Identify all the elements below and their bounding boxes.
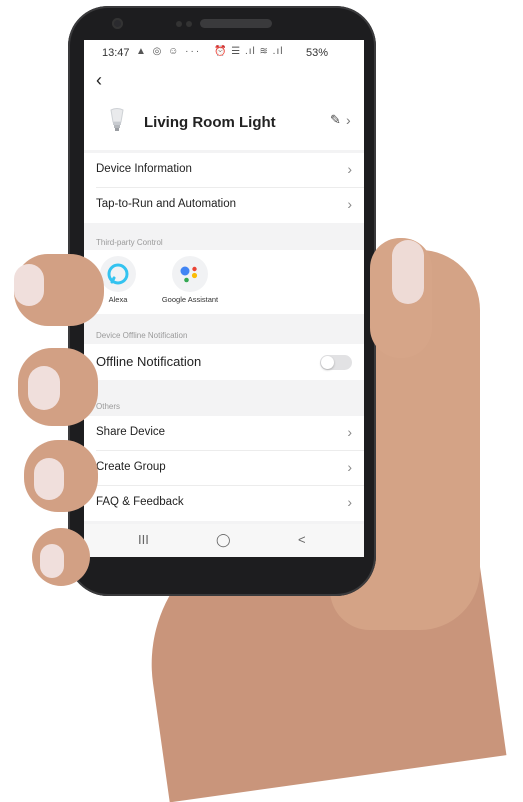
tap-to-run-row[interactable]: Tap-to-Run and Automation › (84, 188, 364, 223)
section-title-offline: Device Offline Notification (96, 331, 188, 340)
chevron-right-icon: › (347, 196, 352, 212)
chevron-right-icon: › (347, 424, 352, 440)
offline-notification-row: Offline Notification (84, 344, 364, 380)
share-device-row[interactable]: Share Device › (84, 416, 364, 451)
share-device-label: Share Device (96, 426, 166, 438)
phone-screen: 13:47 ▲ ◎ ☺ ··· ⏰ ☰ .ıl ≋ .ıl 53% ‹ Livi… (84, 40, 364, 557)
finger-nail (14, 264, 44, 306)
alexa-icon (100, 256, 136, 292)
chevron-right-icon: › (347, 459, 352, 475)
google-assistant-icon (172, 256, 208, 292)
chevron-right-icon: › (347, 161, 352, 177)
bulb-icon (110, 108, 124, 131)
toggle-knob (321, 356, 334, 369)
finger-nail (34, 458, 64, 500)
finger-nail (28, 366, 60, 410)
create-group-row[interactable]: Create Group › (84, 451, 364, 486)
offline-notification-label: Offline Notification (96, 354, 202, 369)
sensor (186, 21, 192, 27)
recents-button[interactable]: III (138, 532, 149, 547)
device-header: Living Room Light ✎ › (84, 98, 364, 150)
sensor (176, 21, 182, 27)
status-bar: 13:47 ▲ ◎ ☺ ··· ⏰ ☰ .ıl ≋ .ıl 53% (84, 40, 364, 66)
top-bar: ‹ (84, 66, 364, 98)
section-title-third-party: Third-party Control (96, 238, 163, 247)
status-time: 13:47 (102, 47, 130, 59)
notification-icons: ▲ ◎ ☺ ··· (136, 46, 202, 57)
google-assistant-label: Google Assistant (161, 295, 219, 304)
edit-icon[interactable]: ✎ (330, 112, 341, 128)
section-title-others: Others (96, 402, 121, 411)
device-information-row[interactable]: Device Information › (84, 153, 364, 188)
thumb-nail (392, 240, 424, 304)
system-nav-bar: III ◯ < (84, 524, 364, 557)
earpiece-speaker (200, 19, 272, 28)
create-group-label: Create Group (96, 461, 166, 473)
battery-level: 53% (306, 47, 329, 59)
third-party-panel: Alexa Google Assistant (84, 250, 364, 314)
chevron-right-icon: › (347, 494, 352, 510)
device-name: Living Room Light (144, 114, 276, 131)
signal-icons: ⏰ ☰ .ıl ≋ .ıl (214, 46, 284, 57)
finger-nail (40, 544, 64, 578)
device-information-label: Device Information (96, 163, 192, 175)
back-nav-button[interactable]: < (298, 532, 306, 547)
chevron-right-icon[interactable]: › (346, 112, 351, 128)
home-button[interactable]: ◯ (216, 532, 231, 548)
front-camera (112, 18, 123, 29)
back-button[interactable]: ‹ (96, 70, 102, 91)
offline-notification-toggle[interactable] (320, 355, 352, 370)
faq-feedback-label: FAQ & Feedback (96, 496, 184, 508)
tap-to-run-label: Tap-to-Run and Automation (96, 198, 237, 210)
faq-feedback-row[interactable]: FAQ & Feedback › (84, 486, 364, 521)
google-assistant-button[interactable]: Google Assistant (160, 256, 220, 304)
